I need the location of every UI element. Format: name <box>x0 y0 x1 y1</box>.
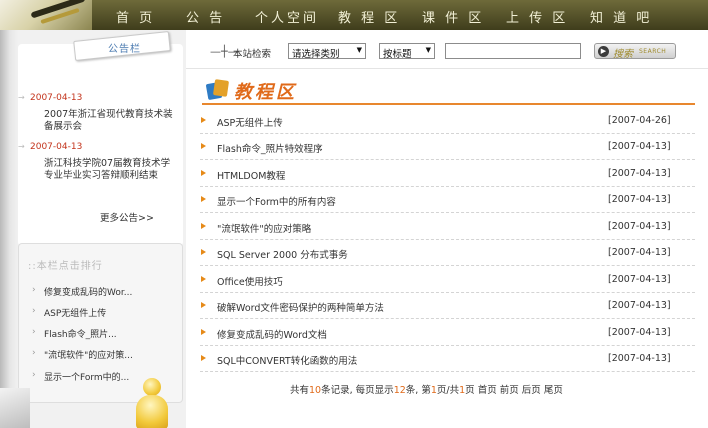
triangle-bullet-icon <box>201 276 206 282</box>
ranking-item[interactable]: "流氓软件"的应对策... <box>32 348 133 361</box>
more-notices-link[interactable]: 更多公告>> <box>100 210 154 224</box>
left-sidebar: 公告栏 2007-04-13 2007年浙江省现代教育技术装备展示会 2007-… <box>0 30 186 428</box>
triangle-bullet-icon <box>201 143 206 149</box>
top-nav-bar: 首 页 公 告 个人空间 教 程 区 课 件 区 上 传 区 知 道 吧 <box>0 0 708 30</box>
article-date: [2007-04-13] <box>608 194 671 205</box>
article-date: [2007-04-13] <box>608 247 671 258</box>
article-title[interactable]: "流氓软件"的应对策略 <box>217 221 311 235</box>
triangle-bullet-icon <box>201 355 206 361</box>
article-date: [2007-04-26] <box>608 115 671 126</box>
article-date: [2007-04-13] <box>608 221 671 232</box>
pager-page-sep: 页/共 <box>436 385 460 396</box>
ranking-item[interactable]: 修复变成乱码的Wor... <box>32 285 132 298</box>
page-corner-decoration <box>0 388 30 428</box>
search-label: 本站检索 <box>233 49 272 60</box>
article-row[interactable]: 破解Word文件密码保护的两种简单方法 [2007-04-13] <box>200 293 695 319</box>
article-title[interactable]: HTMLDOM教程 <box>217 168 285 182</box>
pager-page-suffix: 页 <box>465 385 475 396</box>
dropdown-arrow-icon: ▼ <box>425 46 431 54</box>
nav-tutorials[interactable]: 教 程 区 <box>338 7 400 26</box>
article-title[interactable]: 修复变成乱码的Word文档 <box>217 327 327 341</box>
article-row[interactable]: SQL Server 2000 分布式事务 [2007-04-13] <box>200 240 695 266</box>
triangle-bullet-icon <box>201 170 206 176</box>
search-input[interactable] <box>445 43 581 59</box>
article-title[interactable]: 破解Word文件密码保护的两种简单方法 <box>217 300 384 314</box>
pager-page-prefix: 第 <box>421 385 431 396</box>
search-button-label: 搜索 <box>613 49 633 60</box>
pager-prev-link[interactable]: 前页 <box>500 385 519 396</box>
nav-upload[interactable]: 上 传 区 <box>506 7 568 26</box>
mascot-body <box>136 395 168 428</box>
article-title[interactable]: Flash命令_照片特效程序 <box>217 141 323 155</box>
triangle-bullet-icon <box>201 329 206 335</box>
category-select-value: 请选择类别 <box>292 49 340 60</box>
article-title[interactable]: ASP无组件上传 <box>217 115 283 129</box>
pager-total-suffix: 条记录, <box>321 385 353 396</box>
article-title[interactable]: Office使用技巧 <box>217 274 283 288</box>
pager-last-link[interactable]: 尾页 <box>544 385 563 396</box>
article-row[interactable]: HTMLDOM教程 [2007-04-13] <box>200 161 695 187</box>
article-date: [2007-04-13] <box>608 274 671 285</box>
nav-notice[interactable]: 公 告 <box>186 7 225 26</box>
section-title: 教程区 <box>234 82 297 103</box>
pagination: 共有10条记录, 每页显示12条, 第1页/共1页 首页 前页 后页 尾页 <box>290 382 563 396</box>
ranking-item[interactable]: 显示一个Form中的... <box>32 370 129 383</box>
triangle-bullet-icon <box>201 302 206 308</box>
nav-knowledge-bar[interactable]: 知 道 吧 <box>590 7 652 26</box>
article-title[interactable]: SQL Server 2000 分布式事务 <box>217 247 348 261</box>
nav-personal-space[interactable]: 个人空间 <box>255 7 319 26</box>
nav-courseware[interactable]: 课 件 区 <box>422 7 484 26</box>
search-button[interactable]: ▶ 搜索 SEARCH <box>594 43 676 60</box>
category-select[interactable]: 请选择类别 ▼ <box>288 43 366 60</box>
triangle-bullet-icon <box>201 117 206 123</box>
pager-per-page-suffix: 条, <box>405 385 419 396</box>
article-date: [2007-04-13] <box>608 141 671 152</box>
article-row[interactable]: Office使用技巧 [2007-04-13] <box>200 267 695 293</box>
pager-first-link[interactable]: 首页 <box>478 385 497 396</box>
article-date: [2007-04-13] <box>608 300 671 311</box>
search-field-value: 按标题 <box>383 49 412 60</box>
ranking-title: ::本栏点击排行 <box>28 261 103 272</box>
pager-next-link[interactable]: 后页 <box>522 385 541 396</box>
article-date: [2007-04-13] <box>608 168 671 179</box>
ranking-item[interactable]: ASP无组件上传 <box>32 306 106 319</box>
notice-date: 2007-04-13 <box>18 142 82 152</box>
dropdown-arrow-icon: ▼ <box>356 46 362 54</box>
article-row[interactable]: 显示一个Form中的所有内容 [2007-04-13] <box>200 187 695 213</box>
search-field-select[interactable]: 按标题 ▼ <box>379 43 435 60</box>
notice-link[interactable]: 2007年浙江省现代教育技术装备展示会 <box>44 109 176 133</box>
article-date: [2007-04-13] <box>608 327 671 338</box>
nav-home[interactable]: 首 页 <box>116 7 155 26</box>
notice-link[interactable]: 浙江科技学院07届教育技术学专业毕业实习答辩顺利结束 <box>44 158 176 182</box>
triangle-bullet-icon <box>201 249 206 255</box>
pager-total-prefix: 共有 <box>290 385 310 396</box>
logo-image <box>0 0 92 30</box>
pager-per-page-prefix: 每页显示 <box>355 385 394 396</box>
mascot-head <box>143 378 161 396</box>
divider <box>186 68 708 69</box>
article-row[interactable]: ASP无组件上传 [2007-04-26] <box>200 108 695 134</box>
article-title[interactable]: 显示一个Form中的所有内容 <box>217 194 336 208</box>
triangle-bullet-icon <box>201 223 206 229</box>
article-row[interactable]: 修复变成乱码的Word文档 [2007-04-13] <box>200 320 695 346</box>
mascot-figure <box>134 378 170 428</box>
pager-per-page-count: 12 <box>393 385 406 396</box>
article-row[interactable]: Flash命令_照片特效程序 [2007-04-13] <box>200 134 695 160</box>
article-title[interactable]: SQL中CONVERT转化函数的用法 <box>217 353 357 367</box>
article-row[interactable]: "流氓软件"的应对策略 [2007-04-13] <box>200 214 695 240</box>
notice-date: 2007-04-13 <box>18 93 82 103</box>
search-button-en-label: SEARCH <box>639 48 667 55</box>
section-underline <box>202 103 695 105</box>
books-icon <box>205 79 231 101</box>
ranking-item[interactable]: Flash命令_照片... <box>32 327 117 340</box>
notice-panel-title: 公告栏 <box>108 44 141 55</box>
triangle-bullet-icon <box>201 196 206 202</box>
pager-total-count: 10 <box>309 385 322 396</box>
article-row[interactable]: SQL中CONVERT转化函数的用法 [2007-04-13] <box>200 346 695 372</box>
arrow-right-icon: ▶ <box>598 46 609 57</box>
article-date: [2007-04-13] <box>608 353 671 364</box>
